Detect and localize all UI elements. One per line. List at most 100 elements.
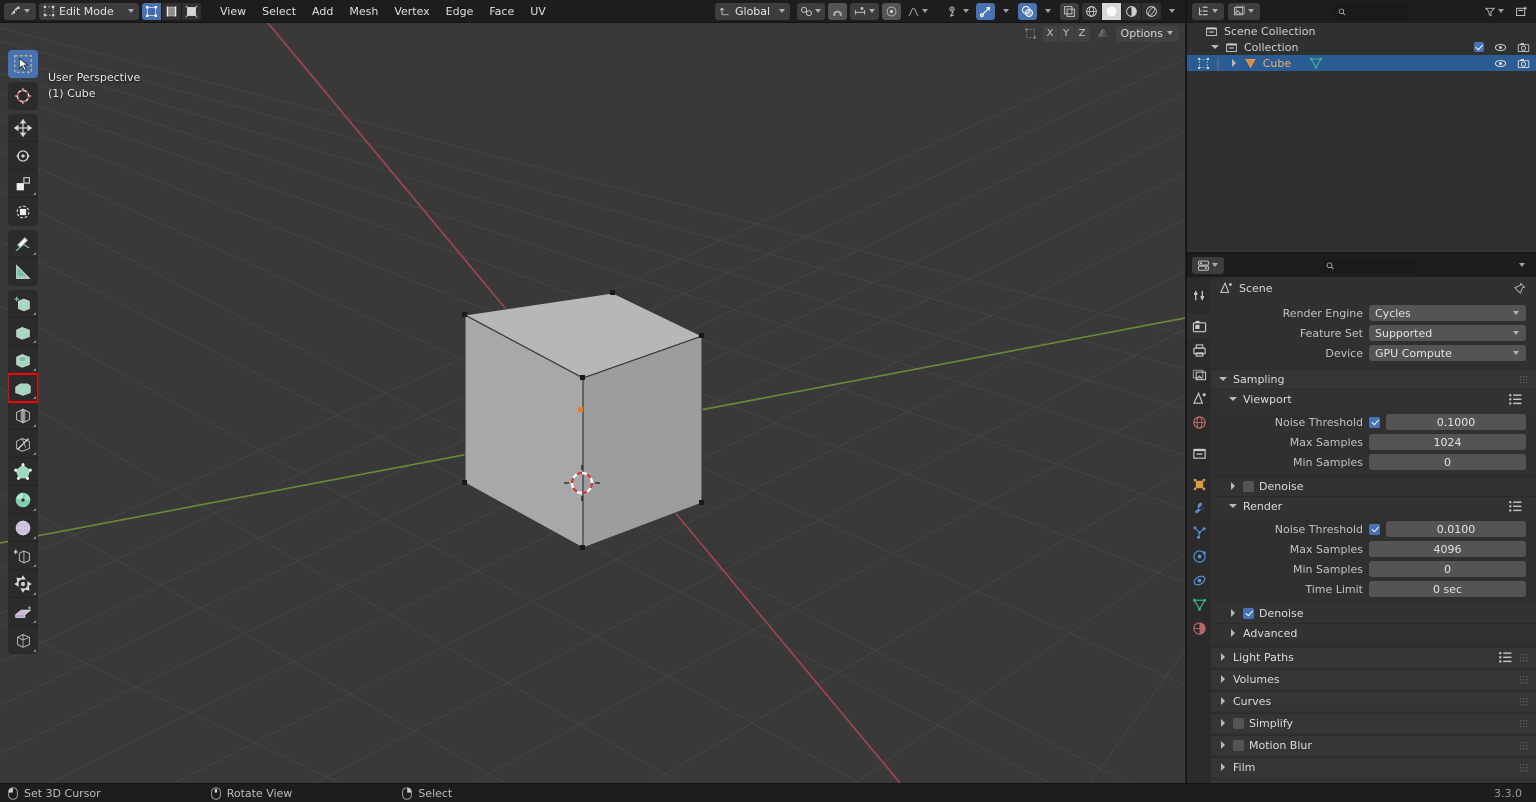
gizmo-toggle[interactable] bbox=[976, 2, 995, 20]
menu-edge[interactable]: Edge bbox=[438, 3, 482, 20]
light-paths-panel-header[interactable]: Light Paths bbox=[1211, 647, 1536, 667]
menu-uv[interactable]: UV bbox=[522, 3, 554, 20]
shading-rendered-button[interactable] bbox=[1142, 2, 1161, 20]
render-engine-dropdown[interactable]: Cycles bbox=[1369, 305, 1526, 321]
render-tab[interactable] bbox=[1187, 314, 1211, 338]
shading-solid-button[interactable] bbox=[1102, 2, 1121, 20]
output-tab[interactable] bbox=[1187, 338, 1211, 362]
panel-grip[interactable] bbox=[1520, 719, 1529, 728]
transform-orientation-dropdown[interactable]: Global bbox=[715, 2, 790, 20]
shading-wireframe-button[interactable] bbox=[1082, 2, 1101, 20]
preset-list-icon[interactable] bbox=[1509, 394, 1522, 405]
rotate-tool[interactable] bbox=[8, 142, 38, 170]
render-time-limit-field[interactable]: 0 sec bbox=[1369, 581, 1526, 597]
film-panel-header[interactable]: Film bbox=[1211, 757, 1536, 777]
collection-tab[interactable] bbox=[1187, 441, 1211, 465]
rip-region-tool[interactable] bbox=[8, 626, 38, 654]
transform-tool[interactable] bbox=[8, 198, 38, 226]
edge-slide-tool[interactable] bbox=[8, 542, 38, 570]
simplify-panel-header[interactable]: Simplify bbox=[1211, 713, 1536, 733]
mode-select-dropdown[interactable]: Edit Mode bbox=[39, 2, 139, 20]
measure-tool[interactable] bbox=[8, 258, 38, 286]
modifier-tab[interactable] bbox=[1187, 496, 1211, 520]
material-tab[interactable] bbox=[1187, 616, 1211, 640]
spin-tool[interactable] bbox=[8, 486, 38, 514]
shading-dropdown[interactable] bbox=[1164, 3, 1181, 20]
viewport-denoise-subpanel-header[interactable]: Denoise bbox=[1211, 476, 1536, 496]
gizmo-dropdown[interactable] bbox=[998, 3, 1015, 20]
render-min-samples-field[interactable]: 0 bbox=[1369, 561, 1526, 577]
constraints-tab[interactable] bbox=[1187, 568, 1211, 592]
panel-grip[interactable] bbox=[1520, 763, 1529, 772]
collection-enable-checkbox[interactable] bbox=[1474, 42, 1484, 52]
falloff-dropdown[interactable] bbox=[904, 3, 932, 20]
menu-view[interactable]: View bbox=[212, 3, 254, 20]
menu-face[interactable]: Face bbox=[481, 3, 522, 20]
proportional-editing-button[interactable] bbox=[882, 2, 901, 20]
xray-toggle[interactable] bbox=[1060, 2, 1079, 20]
particles-tab[interactable] bbox=[1187, 520, 1211, 544]
panel-grip[interactable] bbox=[1520, 653, 1529, 662]
preset-list-icon[interactable] bbox=[1509, 501, 1522, 512]
axis-z-button[interactable]: Z bbox=[1074, 25, 1090, 42]
viewport-denoise-checkbox[interactable] bbox=[1243, 481, 1254, 492]
panel-grip[interactable] bbox=[1520, 375, 1529, 384]
knife-tool[interactable] bbox=[8, 430, 38, 458]
object-cube-row[interactable]: | Cube bbox=[1187, 55, 1536, 71]
properties-search-input[interactable] bbox=[1338, 260, 1413, 271]
object-tab[interactable] bbox=[1187, 472, 1211, 496]
outliner-search-box[interactable] bbox=[1333, 3, 1408, 20]
device-dropdown[interactable]: GPU Compute bbox=[1369, 345, 1526, 361]
properties-options-dropdown[interactable] bbox=[1514, 257, 1531, 274]
collection-expand-triangle[interactable] bbox=[1211, 43, 1220, 52]
shrink-fatten-tool[interactable] bbox=[8, 570, 38, 598]
world-tab[interactable] bbox=[1187, 410, 1211, 434]
edge-select-mode-button[interactable] bbox=[162, 2, 181, 20]
pin-icon[interactable] bbox=[1513, 282, 1526, 295]
preset-list-icon[interactable] bbox=[1499, 652, 1512, 663]
scene-collection-row[interactable]: Scene Collection bbox=[1187, 23, 1536, 39]
pivot-point-dropdown[interactable] bbox=[797, 2, 825, 20]
axis-y-button[interactable]: Y bbox=[1058, 25, 1074, 42]
vertex-select-mode-button[interactable] bbox=[142, 2, 161, 20]
render-subpanel-header[interactable]: Render bbox=[1211, 496, 1536, 516]
render-denoise-subpanel-header[interactable]: Denoise bbox=[1211, 603, 1536, 623]
motion-blur-checkbox[interactable] bbox=[1233, 740, 1244, 751]
panel-grip[interactable] bbox=[1520, 697, 1529, 706]
mirror-icon[interactable] bbox=[1093, 25, 1113, 42]
bevel-tool[interactable] bbox=[8, 373, 38, 403]
annotate-tool[interactable] bbox=[8, 230, 38, 258]
menu-add[interactable]: Add bbox=[304, 3, 341, 20]
render-noise-threshold-field[interactable]: 0.0100 bbox=[1386, 521, 1526, 537]
viewport-noise-threshold-checkbox[interactable] bbox=[1369, 416, 1380, 428]
viewport-noise-threshold-field[interactable]: 0.1000 bbox=[1386, 414, 1526, 430]
smooth-tool[interactable] bbox=[8, 514, 38, 542]
camera-icon[interactable] bbox=[1517, 41, 1530, 54]
cursor-tool[interactable] bbox=[8, 82, 38, 110]
simplify-checkbox[interactable] bbox=[1233, 718, 1244, 729]
curves-panel-header[interactable]: Curves bbox=[1211, 691, 1536, 711]
eye-icon[interactable] bbox=[1494, 57, 1507, 70]
outliner-id-type-icon[interactable] bbox=[1228, 3, 1260, 20]
outliner-filter-button[interactable] bbox=[1481, 3, 1508, 20]
shear-tool[interactable] bbox=[8, 598, 38, 626]
add-cube-tool[interactable] bbox=[8, 290, 38, 318]
feature-set-dropdown[interactable]: Supported bbox=[1369, 325, 1526, 341]
viewport-options-dropdown[interactable]: Options bbox=[1115, 25, 1179, 42]
shading-material-button[interactable] bbox=[1122, 2, 1141, 20]
overlays-toggle[interactable] bbox=[1018, 2, 1037, 20]
tweak-tool[interactable] bbox=[8, 50, 38, 78]
collection-row[interactable]: Collection bbox=[1187, 39, 1536, 55]
panel-grip[interactable] bbox=[1520, 741, 1529, 750]
panel-grip[interactable] bbox=[1520, 675, 1529, 684]
sampling-panel-header[interactable]: Sampling bbox=[1211, 369, 1536, 389]
motion-blur-panel-header[interactable]: Motion Blur bbox=[1211, 735, 1536, 755]
inset-faces-tool[interactable] bbox=[8, 346, 38, 374]
view-layer-tab[interactable] bbox=[1187, 362, 1211, 386]
new-collection-button[interactable] bbox=[1512, 3, 1531, 20]
tool-tab[interactable] bbox=[1187, 283, 1211, 307]
snap-magnet-button[interactable] bbox=[828, 2, 847, 20]
editor-type-icon[interactable] bbox=[4, 2, 36, 20]
scene-tab[interactable] bbox=[1187, 386, 1211, 410]
viewport-max-samples-field[interactable]: 1024 bbox=[1369, 434, 1526, 450]
